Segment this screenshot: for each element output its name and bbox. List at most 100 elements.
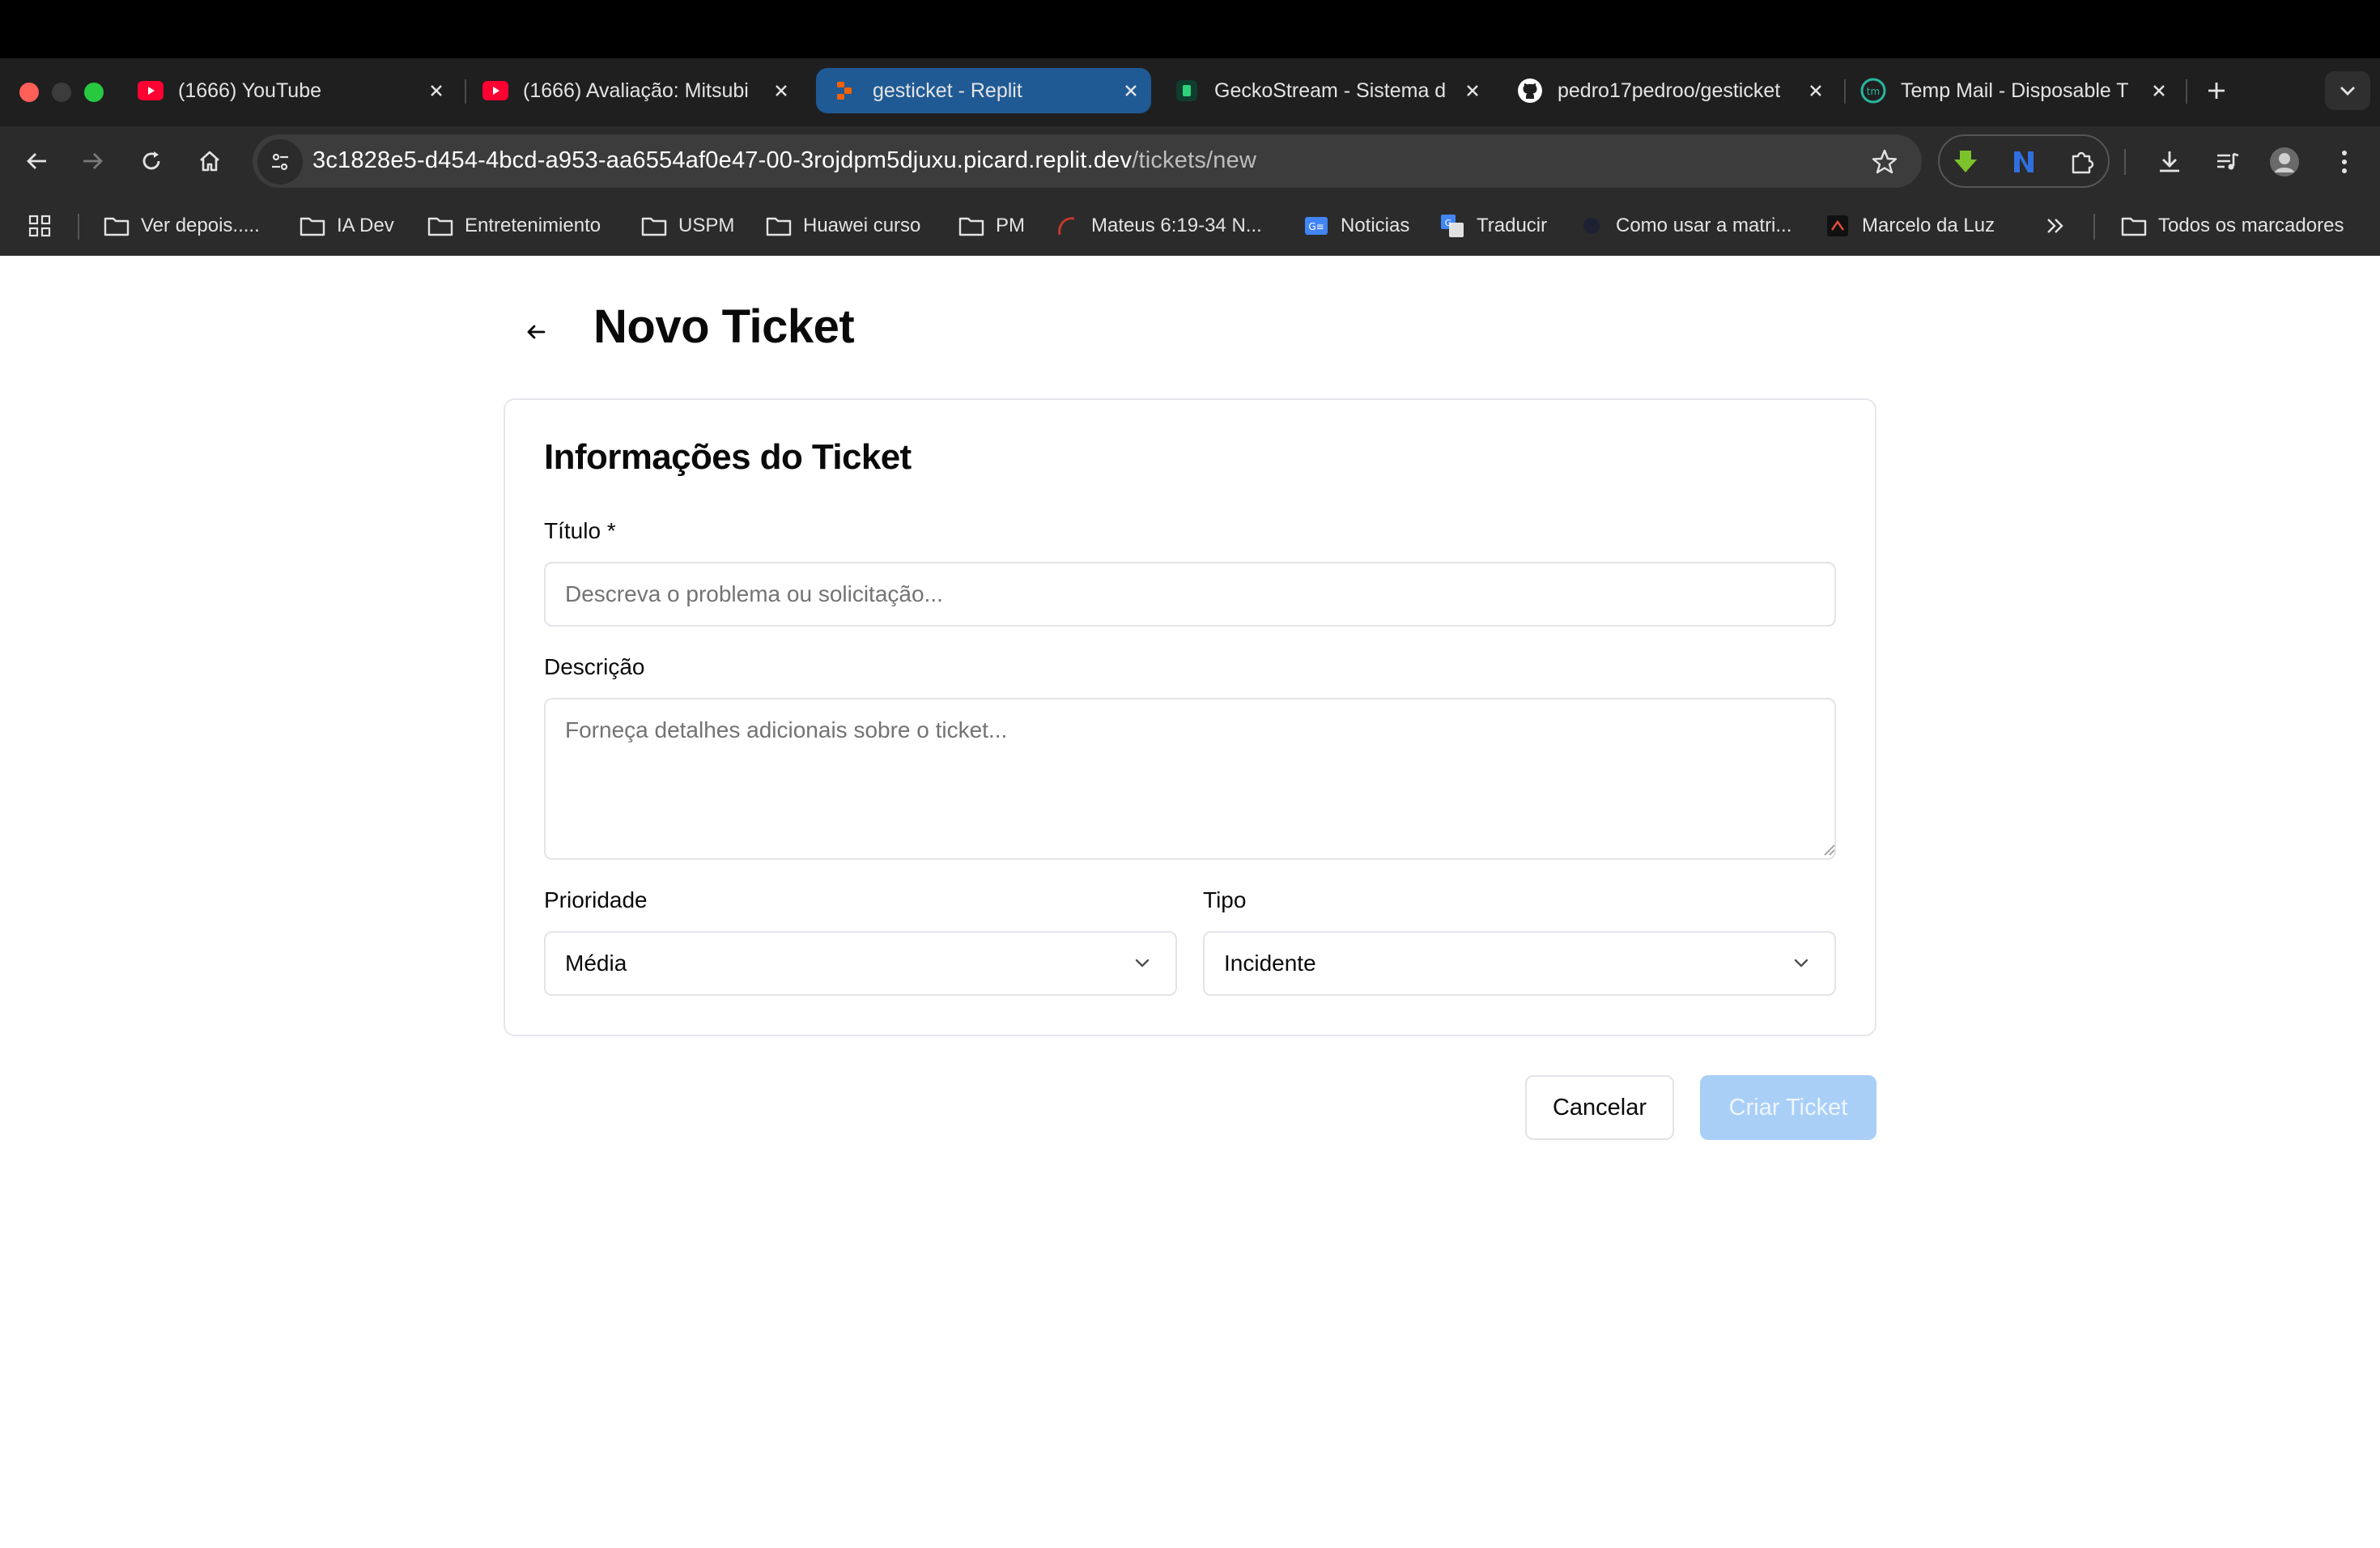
- bookmark-marcelo-da-luz[interactable]: Marcelo da Luz: [1825, 211, 1995, 241]
- extensions-button[interactable]: [2064, 144, 2100, 180]
- reload-button[interactable]: [133, 142, 170, 180]
- tab-gesticket-replit[interactable]: gesticket - Replit: [816, 68, 1151, 113]
- priority-select[interactable]: Média: [544, 931, 1177, 996]
- description-label: Descrição: [544, 654, 645, 679]
- close-tab-icon[interactable]: [1802, 77, 1830, 104]
- type-value: Incidente: [1224, 950, 1316, 976]
- bookmark-folder-ia-dev[interactable]: IA Dev: [300, 211, 394, 241]
- tab-youtube-review[interactable]: (1666) Avaliação: Mitsubi: [482, 68, 795, 113]
- arrow-left-icon: [27, 153, 46, 169]
- site-info-button[interactable]: [257, 139, 303, 185]
- chevron-down-icon: [2340, 87, 2355, 96]
- more-bookmarks-button[interactable]: [2045, 211, 2066, 241]
- double-chevron-right-icon: [2047, 219, 2063, 233]
- google-translate-icon: G: [1439, 213, 1465, 239]
- site-icon: [1825, 213, 1851, 239]
- folder-icon: [427, 213, 453, 239]
- download-extension-button[interactable]: [1948, 144, 1983, 180]
- svg-text:G≡: G≡: [1308, 221, 1324, 232]
- more-vert-icon: [2342, 151, 2347, 173]
- tab-search-button[interactable]: [2325, 71, 2370, 110]
- home-button[interactable]: [191, 142, 228, 180]
- tab-geckostream[interactable]: GeckoStream - Sistema d: [1174, 68, 1486, 113]
- star-icon: [1872, 149, 1898, 174]
- google-news-icon: G≡: [1303, 213, 1329, 239]
- bookmark-star-button[interactable]: [1867, 144, 1902, 180]
- minimize-window-button[interactable]: [52, 83, 71, 102]
- back-nav-button[interactable]: [18, 142, 55, 180]
- bookmark-folder-uspm[interactable]: USPM: [641, 211, 734, 241]
- bookmark-mateus[interactable]: Mateus 6:19-34 N...: [1054, 211, 1262, 241]
- bookmark-como-usar[interactable]: Como usar a matri...: [1579, 211, 1791, 241]
- cancel-button[interactable]: Cancelar: [1525, 1075, 1674, 1140]
- n-extension-button[interactable]: [2006, 144, 2042, 180]
- bookmark-folder-huawei-curso[interactable]: Huawei curso: [766, 211, 920, 241]
- folder-icon: [300, 213, 325, 239]
- tab-title: pedro17pedroo/gesticket: [1558, 79, 1781, 102]
- description-textarea[interactable]: [544, 698, 1836, 860]
- playlist-music-icon: [2217, 152, 2239, 170]
- bookmark-folder-ver-depois[interactable]: Ver depois.....: [104, 211, 260, 241]
- toolbar-divider: [2124, 149, 2126, 175]
- bookmark-label: Noticias: [1341, 215, 1410, 236]
- folder-icon: [2121, 213, 2147, 239]
- reload-icon: [142, 151, 160, 170]
- tab-youtube[interactable]: (1666) YouTube: [138, 68, 450, 113]
- close-tab-icon[interactable]: [767, 77, 795, 104]
- tab-github[interactable]: pedro17pedroo/gesticket: [1517, 68, 1830, 113]
- bookmark-folder-pm[interactable]: PM: [958, 211, 1025, 241]
- profile-avatar-button[interactable]: [2267, 144, 2302, 180]
- downloads-button[interactable]: [2152, 144, 2187, 180]
- bookmark-label: Todos os marcadores: [2158, 215, 2344, 236]
- bookmark-label: USPM: [678, 215, 735, 236]
- screen-top-bar: [0, 0, 2380, 58]
- plus-icon: [2208, 83, 2225, 99]
- new-tab-button[interactable]: [2200, 74, 2233, 107]
- title-input[interactable]: [544, 562, 1836, 627]
- arrow-left-icon: [527, 325, 546, 339]
- chevron-down-icon: [1794, 959, 1808, 968]
- card-title: Informações do Ticket: [544, 437, 912, 477]
- folder-icon: [641, 213, 667, 239]
- tab-divider: [465, 79, 466, 104]
- bookmark-label: Traducir: [1477, 215, 1548, 236]
- chevron-down-icon: [1135, 959, 1150, 968]
- close-window-button[interactable]: [19, 83, 39, 102]
- replit-icon: [832, 78, 858, 104]
- close-tab-icon[interactable]: [423, 77, 450, 104]
- apps-button[interactable]: [28, 211, 52, 241]
- site-icon: [1054, 213, 1080, 239]
- tab-title: Temp Mail - Disposable T: [1901, 79, 2129, 102]
- all-bookmarks-folder[interactable]: Todos os marcadores: [2121, 211, 2344, 241]
- title-label: Título *: [544, 518, 616, 543]
- url-host: 3c1828e5-d454-4bcd-a953-aa6554af0e47-00-…: [312, 147, 1133, 173]
- github-icon: [1517, 78, 1543, 104]
- close-tab-icon[interactable]: [1459, 77, 1486, 104]
- tab-title: GeckoStream - Sistema d: [1214, 79, 1447, 102]
- site-icon: [1579, 213, 1604, 239]
- resize-handle-icon[interactable]: [1821, 842, 1836, 857]
- tab-title: (1666) Avaliação: Mitsubi: [523, 79, 749, 102]
- url-text[interactable]: 3c1828e5-d454-4bcd-a953-aa6554af0e47-00-…: [312, 147, 1256, 174]
- type-label: Tipo: [1203, 887, 1247, 912]
- bookmarks-divider: [78, 214, 79, 240]
- bookmark-label: PM: [996, 215, 1025, 236]
- browser-menu-button[interactable]: [2327, 144, 2362, 180]
- tab-temp-mail[interactable]: tm Temp Mail - Disposable T: [1860, 68, 2173, 113]
- bookmark-label: Marcelo da Luz: [1862, 215, 1995, 236]
- priority-label: Prioridade: [544, 887, 648, 912]
- create-ticket-button[interactable]: Criar Ticket: [1700, 1075, 1876, 1140]
- close-tab-icon[interactable]: [1117, 77, 1145, 104]
- bookmark-noticias[interactable]: G≡ Noticias: [1303, 211, 1409, 241]
- bookmark-traducir[interactable]: G Traducir: [1439, 211, 1547, 241]
- back-button[interactable]: [515, 311, 557, 353]
- forward-nav-button[interactable]: [74, 142, 112, 180]
- bookmark-label: Ver depois.....: [141, 215, 260, 236]
- type-select[interactable]: Incidente: [1203, 931, 1836, 996]
- bookmark-folder-entretenimiento[interactable]: Entretenimiento: [427, 211, 601, 241]
- svg-text:tm: tm: [1867, 86, 1880, 97]
- maximize-window-button[interactable]: [84, 83, 104, 102]
- close-tab-icon[interactable]: [2145, 77, 2173, 104]
- media-controls-button[interactable]: [2210, 144, 2246, 180]
- bookmarks-divider: [2093, 214, 2095, 240]
